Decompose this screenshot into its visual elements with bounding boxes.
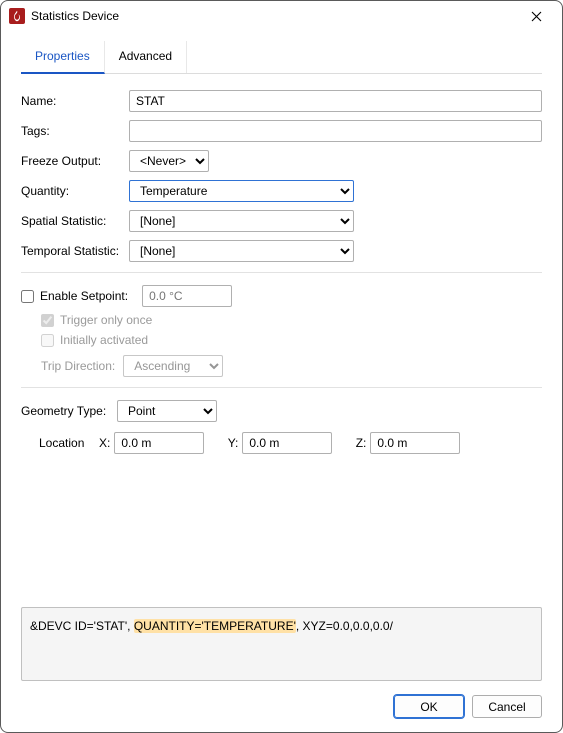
freeze-output-select[interactable]: <Never> — [129, 150, 209, 172]
enable-setpoint-label: Enable Setpoint: — [40, 289, 128, 303]
location-label: Location — [39, 436, 84, 450]
form: Name: Tags: Freeze Output: <Never> Quant… — [21, 74, 542, 454]
app-icon — [9, 8, 25, 24]
initially-activated-label: Initially activated — [60, 333, 148, 347]
close-button[interactable] — [516, 4, 556, 28]
temporal-statistic-label: Temporal Statistic: — [21, 244, 129, 258]
tags-input[interactable] — [129, 120, 542, 142]
freeze-output-label: Freeze Output: — [21, 154, 129, 168]
quantity-label: Quantity: — [21, 184, 129, 198]
setpoint-input — [142, 285, 232, 307]
y-label: Y: — [222, 436, 238, 450]
tab-advanced[interactable]: Advanced — [105, 41, 187, 73]
titlebar: Statistics Device — [1, 1, 562, 31]
z-input[interactable] — [370, 432, 460, 454]
enable-setpoint-checkbox[interactable] — [21, 290, 34, 303]
window-title: Statistics Device — [31, 9, 516, 23]
divider-1 — [21, 272, 542, 273]
trigger-once-label: Trigger only once — [60, 313, 152, 327]
content: Properties Advanced Name: Tags: Freeze O… — [1, 31, 562, 732]
cancel-button[interactable]: Cancel — [472, 695, 542, 718]
tags-label: Tags: — [21, 124, 129, 138]
tab-properties[interactable]: Properties — [21, 41, 105, 74]
code-pre: &DEVC ID='STAT', — [30, 619, 134, 633]
geometry-type-select[interactable]: Point — [117, 400, 217, 422]
close-icon — [531, 11, 542, 22]
z-label: Z: — [350, 436, 366, 450]
name-input[interactable] — [129, 90, 542, 112]
tab-bar: Properties Advanced — [21, 41, 542, 74]
quantity-select[interactable]: Temperature — [129, 180, 354, 202]
y-input[interactable] — [242, 432, 332, 454]
spatial-statistic-label: Spatial Statistic: — [21, 214, 129, 228]
ok-button[interactable]: OK — [394, 695, 464, 718]
geometry-type-label: Geometry Type: — [21, 404, 117, 418]
x-label: X: — [94, 436, 110, 450]
code-post: , XYZ=0.0,0.0,0.0/ — [296, 619, 393, 633]
trigger-once-checkbox — [41, 314, 54, 327]
name-label: Name: — [21, 94, 129, 108]
trip-direction-select: Ascending — [123, 355, 223, 377]
divider-2 — [21, 387, 542, 388]
spatial-statistic-select[interactable]: [None] — [129, 210, 354, 232]
code-preview: &DEVC ID='STAT', QUANTITY='TEMPERATURE',… — [21, 607, 542, 681]
temporal-statistic-select[interactable]: [None] — [129, 240, 354, 262]
setpoint-suboptions: Trigger only once Initially activated Tr… — [41, 313, 542, 377]
button-row: OK Cancel — [21, 681, 542, 732]
initially-activated-checkbox — [41, 334, 54, 347]
dialog-window: Statistics Device Properties Advanced Na… — [0, 0, 563, 733]
trip-direction-label: Trip Direction: — [41, 359, 115, 373]
code-highlight: QUANTITY='TEMPERATURE' — [134, 619, 296, 633]
x-input[interactable] — [114, 432, 204, 454]
